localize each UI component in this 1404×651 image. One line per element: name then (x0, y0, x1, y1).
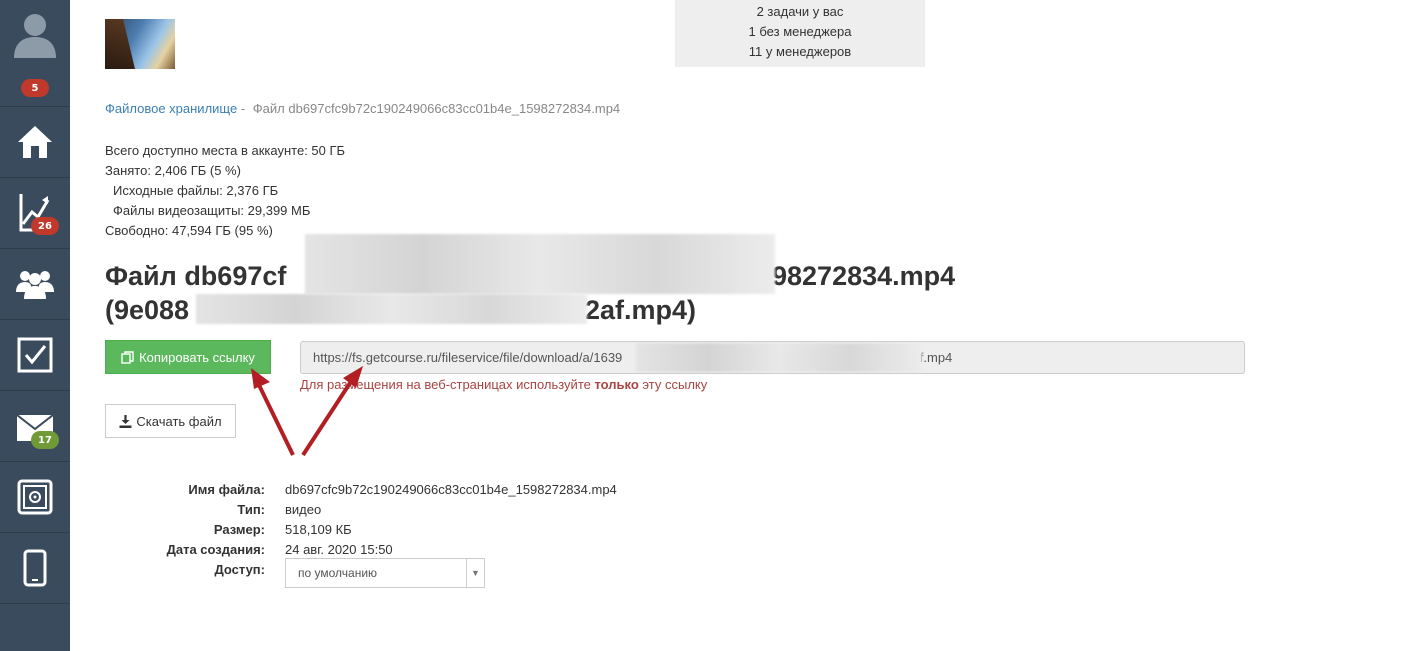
download-file-button[interactable]: Скачать файл (105, 404, 236, 438)
sidebar-item-safe[interactable] (0, 462, 70, 533)
sidebar-item-mail[interactable]: 17 (0, 391, 70, 462)
file-thumbnail (105, 19, 175, 69)
date-value: 24 авг. 2020 15:50 (285, 542, 393, 557)
download-icon (119, 414, 132, 428)
copy-link-label: Копировать ссылку (139, 349, 255, 365)
breadcrumb-storage-link[interactable]: Файловое хранилище (105, 101, 237, 116)
sidebar-item-profile[interactable]: 5 (0, 0, 70, 107)
chevron-down-icon: ▼ (466, 559, 484, 587)
url-note-bold: только (594, 377, 639, 392)
storage-protection: Файлы видеозащиты: 29,399 МБ (113, 203, 311, 218)
title-line2-end: 2af.mp4) (585, 295, 697, 325)
size-label: Размер: (213, 522, 265, 537)
storage-used: Занято: 2,406 ГБ (5 %) (105, 163, 241, 178)
tasks-mine: 2 задачи у вас (756, 4, 844, 19)
mail-badge: 17 (31, 431, 59, 449)
url-start: https://fs.getcourse.ru/fileservice/file… (313, 350, 623, 365)
access-label: Доступ: (214, 562, 265, 577)
tasks-summary[interactable]: 2 задачи у вас 1 без менеджера 11 у мене… (675, 0, 925, 67)
sidebar: 5 26 17 (0, 0, 70, 651)
sidebar-item-home[interactable] (0, 107, 70, 178)
download-label: Скачать файл (136, 413, 222, 429)
copy-link-button[interactable]: Копировать ссылку (105, 340, 271, 374)
storage-total: Всего доступно места в аккаунте: 50 ГБ (105, 143, 346, 158)
url-note-text: Для размещения на веб-страницах использу… (300, 377, 595, 392)
stats-badge: 26 (31, 217, 59, 235)
profile-badge: 5 (21, 79, 49, 97)
storage-source: Исходные файлы: 2,376 ГБ (113, 183, 279, 198)
user-icon (14, 14, 56, 58)
tasks-managers: 11 у менеджеров (748, 44, 852, 59)
size-value: 518,109 КБ (285, 522, 352, 537)
tasks-unassigned: 1 без менеджера (748, 24, 852, 39)
name-value: db697cfc9b72c190249066c83cc01b4e_1598272… (285, 482, 617, 497)
url-note-text-end: эту ссылку (638, 377, 708, 392)
title-line1-end: 98272834.mp4 (772, 261, 956, 291)
redaction-blur (305, 234, 775, 294)
users-icon (16, 271, 54, 299)
title-line2-start: (9e088 (105, 295, 190, 325)
url-usage-note: Для размещения на веб-страницах использу… (300, 377, 707, 392)
access-value: по умолчанию (298, 566, 378, 580)
sidebar-item-stats[interactable]: 26 (0, 178, 70, 249)
breadcrumb-separator: - (240, 101, 246, 116)
breadcrumb: Файловое хранилище - Файл db697cfc9b72c1… (105, 101, 620, 116)
tasks-icon (17, 337, 53, 373)
date-label: Дата создания: (166, 542, 265, 557)
access-select[interactable]: по умолчанию ▼ (285, 558, 485, 588)
home-icon (18, 126, 52, 158)
title-line1-start: Файл db697cf (105, 261, 287, 291)
mobile-icon (23, 549, 47, 587)
sidebar-item-mobile[interactable] (0, 533, 70, 604)
safe-icon (17, 479, 53, 515)
redaction-blur (196, 294, 587, 324)
sidebar-item-tasks[interactable] (0, 320, 70, 391)
breadcrumb-current: Файл db697cfc9b72c190249066c83cc01b4e_15… (252, 101, 621, 116)
type-label: Тип: (237, 502, 265, 517)
redaction-blur (636, 343, 922, 372)
type-value: видео (285, 502, 322, 517)
sidebar-item-users[interactable] (0, 249, 70, 320)
storage-info: Всего доступно места в аккаунте: 50 ГБ З… (105, 141, 345, 241)
copy-icon (121, 350, 134, 364)
name-label: Имя файла: (188, 482, 265, 497)
